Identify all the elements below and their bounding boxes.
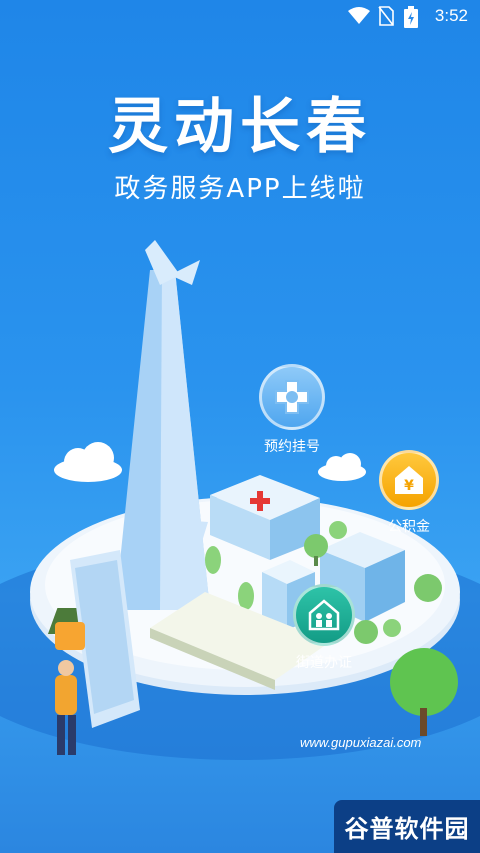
- svg-text:¥: ¥: [404, 478, 414, 494]
- app-subtitle: 政务服务APP上线啦: [114, 174, 366, 204]
- service-register-label: 预约挂号: [264, 439, 320, 455]
- wifi-icon: [348, 7, 370, 30]
- family-house-icon: [293, 584, 355, 646]
- service-register[interactable]: 预约挂号: [252, 364, 332, 456]
- service-street-label: 街道办证: [296, 655, 352, 671]
- watermark-logo: 谷普软件园: [334, 800, 480, 853]
- watermark-logo-text: 谷普软件园: [344, 815, 470, 843]
- service-street[interactable]: 街道办证: [282, 584, 366, 672]
- cloud-left: [54, 442, 122, 482]
- service-fund-label: 公积金: [388, 519, 430, 535]
- medical-cross-icon: [259, 364, 325, 430]
- status-bar: 3:52: [0, 0, 480, 32]
- watermark-url: www.gupuxiazai.com: [300, 735, 422, 750]
- app-title: 灵动长春: [108, 92, 372, 162]
- cloud-right: [318, 453, 366, 481]
- no-sim-icon: [378, 6, 394, 31]
- service-fund[interactable]: ¥ 公积金: [374, 450, 444, 536]
- battery-charging-icon: [404, 6, 418, 33]
- yen-house-icon: ¥: [379, 450, 439, 510]
- status-time: 3:52: [434, 6, 468, 25]
